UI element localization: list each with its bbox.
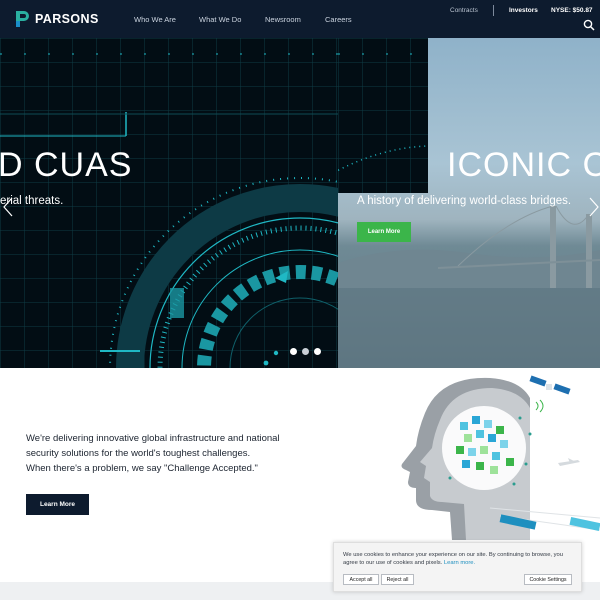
intro-line-1: We're delivering innovative global infra…	[26, 433, 280, 444]
accept-all-button[interactable]: Accept all	[343, 574, 379, 585]
intro-line-2: security solutions for the world's tough…	[26, 448, 251, 459]
cookie-settings-button[interactable]: Cookie Settings	[524, 574, 572, 585]
slide-cuas-top	[338, 38, 428, 193]
radar-grid-extension	[338, 38, 428, 193]
slide-bridges-subtitle: A history of delivering world-class brid…	[357, 195, 572, 207]
site-header: PARSONS Who We Are What We Do Newsroom C…	[0, 0, 600, 38]
intro-line-3: When there's a problem, we say "Challeng…	[26, 463, 258, 474]
cookie-learn-more-link[interactable]: Learn more.	[444, 560, 475, 566]
nav-what-we-do[interactable]: What We Do	[199, 15, 241, 24]
carousel-prev-arrow-icon[interactable]	[2, 196, 14, 218]
aircraft-icon	[558, 458, 580, 466]
carousel-dot-3[interactable]	[314, 348, 321, 355]
intro-learn-more-button[interactable]: Learn More	[26, 494, 89, 515]
reject-all-button[interactable]: Reject all	[381, 574, 414, 585]
nav-careers[interactable]: Careers	[325, 15, 352, 24]
intro-statement: We're delivering innovative global infra…	[26, 431, 326, 476]
search-icon[interactable]	[583, 19, 595, 31]
slide-learn-more-button[interactable]: Learn More	[357, 222, 411, 242]
slide-cuas-title: D CUAS	[0, 146, 133, 184]
stock-price: NYSE: $50.87	[551, 7, 593, 14]
carousel-dots	[290, 348, 321, 355]
carousel-dot-2[interactable]	[302, 348, 309, 355]
hero-carousel: D CUAS erial threats. ICONIC CO A h	[0, 38, 600, 368]
contracts-link[interactable]: Contracts	[450, 7, 478, 14]
carousel-next-arrow-icon[interactable]	[588, 196, 600, 218]
investors-link[interactable]: Investors	[509, 7, 538, 14]
brand-name: PARSONS	[35, 12, 99, 26]
utility-divider	[493, 5, 494, 16]
nav-newsroom[interactable]: Newsroom	[265, 15, 301, 24]
slide-bridges-title: ICONIC CO	[447, 146, 600, 184]
satellite-icon	[529, 375, 571, 395]
head-illustration	[401, 375, 600, 540]
cookie-message: We use cookies to enhance your experienc…	[343, 551, 575, 567]
slide-cuas: D CUAS erial threats.	[0, 38, 338, 368]
parsons-logo[interactable]: PARSONS	[14, 10, 99, 28]
nav-who-we-are[interactable]: Who We Are	[134, 15, 176, 24]
parsons-logo-icon	[16, 11, 29, 27]
cookie-banner: We use cookies to enhance your experienc…	[333, 542, 582, 592]
carousel-dot-1[interactable]	[290, 348, 297, 355]
